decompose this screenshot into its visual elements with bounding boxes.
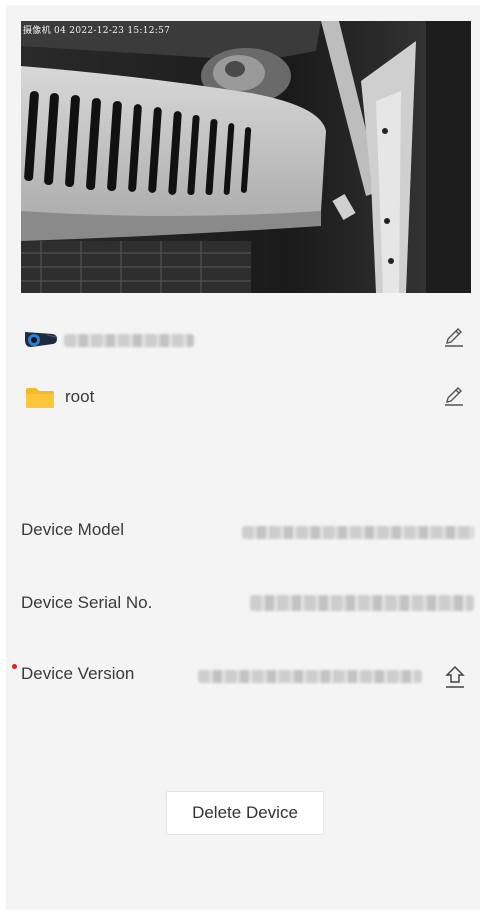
edit-name-button[interactable] xyxy=(442,325,466,349)
folder-row: root xyxy=(21,385,468,411)
device-detail-panel: 摄像机 04 2022-12-23 15:12:57 root Device M… xyxy=(6,5,480,910)
upgrade-icon[interactable] xyxy=(442,664,468,690)
version-required-dot xyxy=(12,664,17,669)
osd-overlay: 摄像机 04 2022-12-23 15:12:57 xyxy=(23,23,170,36)
preview-image xyxy=(21,21,471,293)
live-preview[interactable]: 摄像机 04 2022-12-23 15:12:57 xyxy=(21,21,471,293)
device-name-redacted xyxy=(64,334,194,347)
osd-datetime: 2022-12-23 15:12:57 xyxy=(69,26,171,36)
device-version-value xyxy=(198,670,422,683)
folder-name: root xyxy=(65,387,95,406)
folder-icon xyxy=(26,388,54,408)
device-model-value xyxy=(242,526,474,539)
delete-device-button[interactable]: Delete Device xyxy=(166,791,324,835)
device-version-label: Device Version xyxy=(21,664,135,683)
device-model-label: Device Model xyxy=(21,520,124,539)
device-serial-label: Device Serial No. xyxy=(21,593,153,612)
osd-camera-name: 摄像机 04 xyxy=(23,26,67,36)
device-name-row xyxy=(21,326,468,352)
camera-icon xyxy=(25,332,57,347)
device-serial-value xyxy=(250,595,474,611)
edit-folder-button[interactable] xyxy=(442,384,466,408)
